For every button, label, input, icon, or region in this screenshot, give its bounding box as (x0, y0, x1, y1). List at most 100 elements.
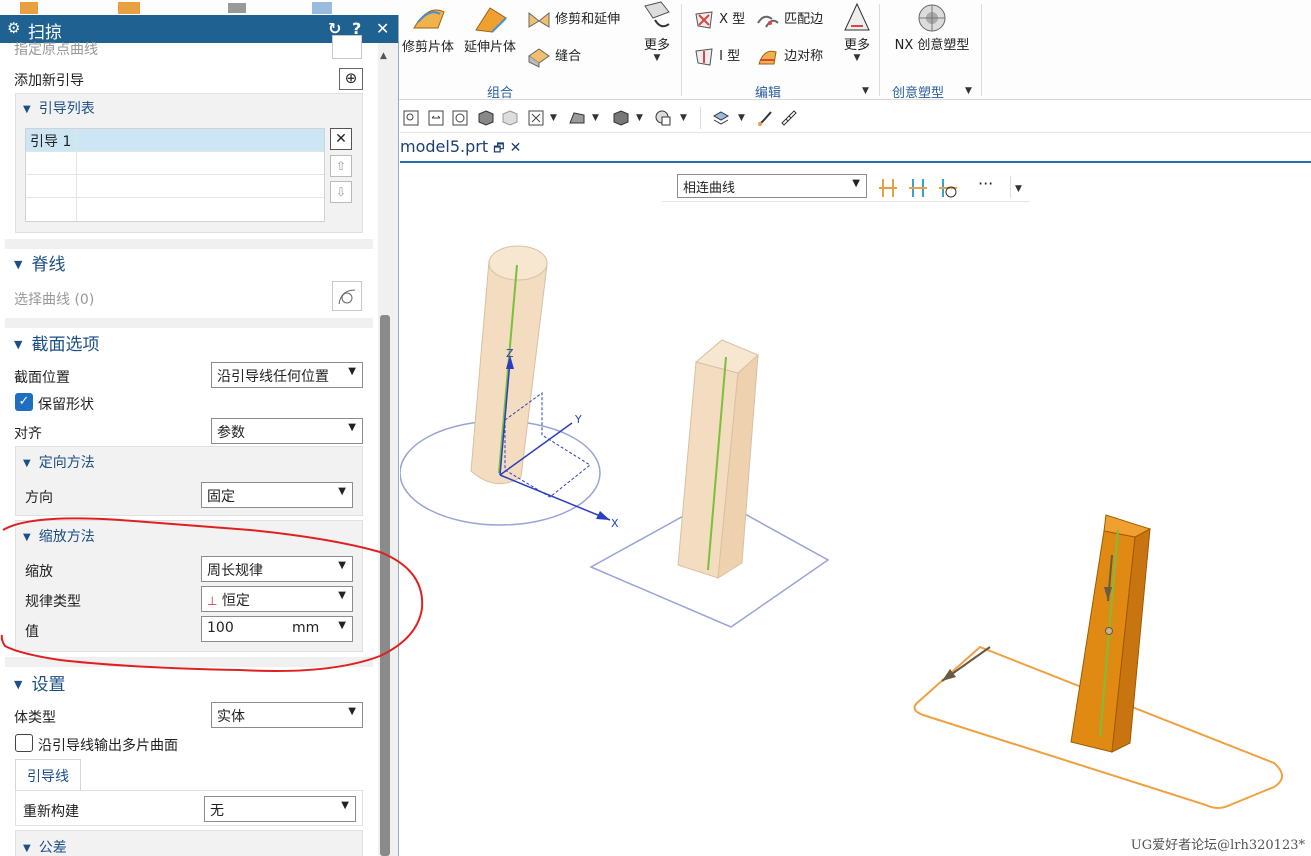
shaded-cube-icon[interactable] (477, 109, 495, 127)
tolerance-header[interactable]: ▼ 公差 (23, 837, 67, 856)
chevron-down-icon: ▼ (348, 366, 356, 377)
chevron-down-icon[interactable]: ▼ (680, 113, 687, 123)
brush-icon[interactable] (756, 109, 774, 127)
body-type-label: 体类型 (14, 710, 56, 726)
axis-x-label: X (611, 517, 619, 530)
chevron-down-icon[interactable]: ▼ (636, 113, 643, 123)
move-up-button[interactable]: ⇧ (330, 155, 352, 177)
view-orient-icon[interactable] (527, 109, 545, 127)
match-edge-icon (757, 15, 779, 28)
group-expand-icon[interactable]: ▼ (862, 86, 869, 96)
specify-curve-button[interactable] (332, 35, 362, 59)
group-label-edit: 编辑 (755, 86, 782, 101)
select-curve-label: 选择曲线 (0) (14, 292, 95, 308)
edit-object-icon[interactable] (712, 109, 730, 127)
zoom-horizontal-icon[interactable] (427, 109, 445, 127)
view-toolbar: ▼ ▼ ▼ ▼ ▼ (400, 103, 1311, 133)
extend-sheet-button[interactable]: 延伸片体 (460, 2, 520, 55)
chevron-down-icon: ▼ (653, 53, 661, 63)
divider (981, 4, 982, 96)
model-scene: Z Y X (400, 245, 1283, 809)
align-label: 对齐 (14, 426, 42, 442)
list-item (26, 198, 324, 221)
chevron-down-icon: ▼ (338, 486, 346, 497)
fit-view-icon[interactable] (402, 109, 420, 127)
gear-icon[interactable]: ⚙ (7, 19, 20, 37)
trim-sheet-button[interactable]: 修剪片体 (400, 2, 456, 55)
measure-icon[interactable] (780, 109, 798, 127)
edge-symmetry-icon (758, 50, 777, 64)
direction-label: 方向 (25, 490, 53, 506)
nx-creative-button[interactable]: NX 创意塑型 (891, 2, 973, 53)
graphics-viewport[interactable]: 相连曲线 ▼ ··· ▼ Z Y X UG爱好者论坛@lrh320123* (400, 165, 1311, 856)
divider (700, 107, 701, 129)
collapse-triangle-icon: ▼ (23, 843, 31, 854)
collapse-triangle-icon: ▼ (23, 458, 31, 469)
close-icon[interactable]: ✕ (510, 140, 522, 156)
direction-dropdown[interactable]: 固定 ▼ (201, 482, 353, 508)
tab-model5[interactable]: model5.prt 🗗 ✕ (400, 137, 521, 160)
chevron-down-icon[interactable]: ▼ (738, 113, 745, 123)
guide-list: 引导 1 (25, 128, 325, 222)
sweep-dialog: ⚙ 扫掠 ↻ ? ✕ 指定原点曲线 添加新引导 ⊕ ▼ 引导列表 引导 1 ✕ ⇧… (0, 15, 399, 856)
render-style-icon[interactable] (568, 109, 586, 127)
match-edge-button[interactable]: 匹配边 (756, 8, 823, 31)
rebuild-label: 重新构建 (23, 804, 79, 820)
dialog-body: 指定原点曲线 添加新引导 ⊕ ▼ 引导列表 引导 1 ✕ ⇧ ⇩ ▼ 脊线 选择曲线… (0, 35, 378, 856)
more-button-2[interactable]: 更多 ▼ (840, 0, 874, 63)
chevron-down-icon[interactable]: ▼ (550, 113, 557, 123)
wireframe-cube-icon[interactable] (501, 109, 519, 127)
chevron-down-icon[interactable]: ▼ (592, 113, 599, 123)
extend-sheet-icon (475, 7, 507, 33)
body-type-dropdown[interactable]: 实体 ▼ (211, 702, 363, 728)
multi-face-checkbox[interactable] (15, 734, 33, 752)
i-type-icon (695, 47, 713, 66)
orientation-header[interactable]: ▼ 定向方法 (23, 452, 95, 472)
sew-icon (528, 47, 550, 68)
scroll-up-icon[interactable]: ▲ (380, 51, 387, 61)
list-item[interactable]: 引导 1 (26, 129, 324, 152)
tab-guide-line[interactable]: 引导线 (15, 759, 81, 791)
list-item (26, 175, 324, 198)
add-guide-label: 添加新引导 (14, 73, 84, 89)
preserve-shape-checkbox[interactable]: ✓ (15, 393, 33, 411)
section-position-dropdown[interactable]: 沿引导线任何位置 ▼ (211, 362, 363, 388)
move-down-button[interactable]: ⇩ (330, 181, 352, 203)
close-icon[interactable]: ✕ (376, 19, 389, 38)
chevron-down-icon: ▼ (348, 422, 356, 433)
x-type-button[interactable]: X 型 (693, 8, 745, 31)
clipped-icons (0, 0, 400, 15)
guide-list-header[interactable]: ▼ 引导列表 (23, 98, 95, 118)
tolerance-panel (15, 830, 363, 856)
spine-section-header[interactable]: ▼ 脊线 (14, 250, 65, 275)
section-position-label: 截面位置 (14, 370, 70, 386)
remove-guide-button[interactable]: ✕ (330, 128, 352, 150)
add-guide-button[interactable]: ⊕ (339, 68, 363, 90)
i-type-button[interactable]: I 型 (693, 45, 740, 68)
x-axis (499, 474, 611, 521)
rotate-view-icon[interactable] (451, 109, 469, 127)
section-options-header[interactable]: ▼ 截面选项 (14, 330, 99, 355)
trim-sheet-icon (413, 9, 445, 29)
pin-icon[interactable]: 🗗 (493, 141, 504, 155)
red-annotation-outline (0, 517, 424, 672)
document-tab-bar: model5.prt 🗗 ✕ (400, 133, 1311, 163)
display-cube-icon[interactable] (612, 109, 630, 127)
plus-circle-icon: ⊕ (344, 69, 358, 87)
x-type-icon (695, 10, 713, 29)
triangle-surface-icon (844, 2, 870, 31)
align-dropdown[interactable]: 参数 ▼ (211, 418, 363, 444)
select-spine-button[interactable] (332, 281, 362, 311)
preserve-shape-label: 保留形状 (38, 397, 94, 413)
collapse-triangle-icon: ▼ (14, 258, 23, 271)
trim-extend-icon (528, 11, 550, 28)
trim-extend-button[interactable]: 修剪和延伸 (527, 8, 620, 31)
more-button-1[interactable]: 更多 ▼ (640, 0, 674, 63)
group-expand-icon[interactable]: ▼ (965, 86, 972, 96)
cylinder-top (488, 245, 548, 281)
layer-icon[interactable] (654, 109, 672, 127)
axis-y-label: Y (574, 413, 582, 426)
rebuild-dropdown[interactable]: 无 ▼ (204, 796, 356, 822)
edge-symmetry-button[interactable]: 边对称 (756, 45, 823, 68)
sew-button[interactable]: 缝合 (527, 45, 581, 68)
